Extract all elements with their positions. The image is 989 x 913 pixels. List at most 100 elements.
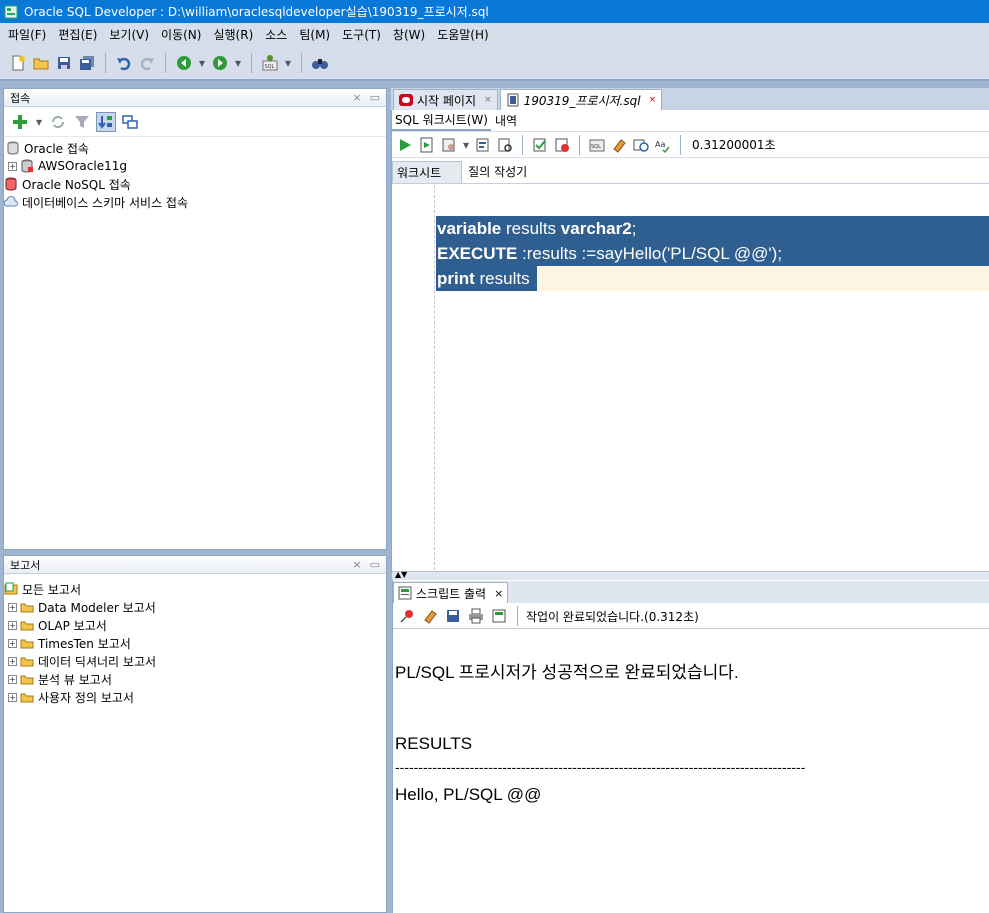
tree-item-nosql-connections[interactable]: Oracle NoSQL 접속 <box>4 175 386 193</box>
splitter-handle[interactable]: ▲▼ <box>392 570 989 580</box>
schema-browser-icon[interactable] <box>96 111 116 132</box>
toolbar-separator <box>522 134 523 155</box>
save-icon[interactable] <box>54 53 74 73</box>
new-file-icon[interactable] <box>8 53 28 73</box>
sql-history-icon[interactable] <box>631 135 651 155</box>
clear-eraser-icon[interactable] <box>609 135 629 155</box>
open-folder-icon[interactable] <box>31 53 51 73</box>
menu-team[interactable]: 팀(M) <box>293 23 336 47</box>
tree-item-schema-service[interactable]: 데이터베이스 스키마 서비스 접속 <box>4 193 386 211</box>
print-icon[interactable] <box>466 606 486 626</box>
save-all-icon[interactable] <box>77 53 97 73</box>
tree-item-data-modeler-reports[interactable]: + Data Modeler 보고서 <box>4 598 386 616</box>
add-connection-dropdown-icon[interactable]: ▾ <box>34 112 44 132</box>
sql-worksheet-dropdown-icon[interactable]: ▾ <box>283 53 293 73</box>
refresh-icon[interactable] <box>48 112 68 132</box>
tab-script-output[interactable]: 스크립트 출력 × <box>393 582 509 603</box>
tab-history[interactable]: 내역 <box>491 112 521 129</box>
add-connection-icon[interactable] <box>10 112 30 132</box>
sql-worksheet-icon[interactable]: SQL <box>260 53 280 73</box>
tab-worksheet[interactable]: 워크시트 <box>392 161 463 183</box>
tab-sql-file[interactable]: 190319_프로시저.sql × <box>499 89 663 110</box>
tab-start-page[interactable]: 시작 페이지 × <box>393 89 498 110</box>
back-icon[interactable] <box>174 53 194 73</box>
reports-panel-header: 보고서 × ▭ <box>4 556 386 574</box>
menu-help[interactable]: 도움말(H) <box>431 23 495 47</box>
binoculars-icon[interactable] <box>310 53 330 73</box>
close-icon[interactable]: × <box>352 91 361 104</box>
toolbar-separator <box>680 134 681 155</box>
spell-check-icon[interactable]: Aa <box>653 135 673 155</box>
menu-bar: 파일(F) 편집(E) 보기(V) 이동(N) 실행(R) 소스 팀(M) 도구… <box>0 23 989 47</box>
redo-icon[interactable] <box>137 53 157 73</box>
reports-panel-title: 보고서 <box>10 558 41 572</box>
output-line-2: RESULTS <box>395 734 473 753</box>
code-text: ; <box>631 219 637 238</box>
expand-icon[interactable]: + <box>8 602 17 612</box>
expand-icon[interactable]: + <box>8 638 17 648</box>
toolbar-separator <box>105 53 106 73</box>
run-script-icon[interactable] <box>417 135 437 155</box>
pin-icon[interactable] <box>397 606 417 626</box>
expand-icon[interactable]: + <box>8 656 17 666</box>
close-icon[interactable]: × <box>352 558 361 571</box>
menu-view[interactable]: 보기(V) <box>103 23 155 47</box>
undo-icon[interactable] <box>114 53 134 73</box>
clear-output-icon[interactable] <box>420 606 440 626</box>
tree-item-awsoracle11g[interactable]: + AWSOracle11g <box>4 157 386 175</box>
folder-icon <box>20 603 34 613</box>
expand-icon[interactable]: + <box>8 620 17 630</box>
menu-navigate[interactable]: 이동(N) <box>155 23 207 47</box>
menu-window[interactable]: 창(W) <box>387 23 431 47</box>
autotrace-icon[interactable] <box>439 135 459 155</box>
forward-dropdown-icon[interactable]: ▾ <box>233 53 243 73</box>
collapse-arrows-icon[interactable]: ▲▼ <box>395 570 407 579</box>
close-tab-icon[interactable]: × <box>494 587 503 600</box>
rollback-icon[interactable] <box>552 135 572 155</box>
tab-query-builder[interactable]: 질의 작성기 <box>462 161 533 183</box>
output-line-4: Hello, PL/SQL @@ <box>395 785 542 804</box>
menu-file[interactable]: 파일(F) <box>2 23 52 47</box>
script-output-icon <box>398 586 412 600</box>
execution-time: 0.31200001초 <box>692 138 776 152</box>
format-sql-icon[interactable]: SQL <box>587 135 607 155</box>
run-dropdown-icon[interactable]: ▾ <box>461 135 471 155</box>
menu-tools[interactable]: 도구(T) <box>336 23 387 47</box>
tab-sql-worksheet[interactable]: SQL 워크시트(W) <box>392 110 491 131</box>
open-output-icon[interactable] <box>489 606 509 626</box>
tree-item-olap-reports[interactable]: + OLAP 보고서 <box>4 616 386 634</box>
code-editor[interactable]: variable results varchar2; EXECUTE :resu… <box>392 185 989 570</box>
tree-item-timesten-reports[interactable]: + TimesTen 보고서 <box>4 634 386 652</box>
commit-icon[interactable] <box>530 135 550 155</box>
minimize-icon[interactable]: ▭ <box>370 558 380 571</box>
menu-source[interactable]: 소스 <box>259 23 293 47</box>
editor-mode-tabs: 워크시트 질의 작성기 <box>392 160 989 184</box>
tree-item-label: Data Modeler 보고서 <box>38 600 156 615</box>
tree-item-all-reports[interactable]: 모든 보고서 <box>4 580 386 598</box>
tab-label: 시작 페이지 <box>417 93 477 108</box>
tree-item-oracle-connections[interactable]: Oracle 접속 <box>4 139 386 157</box>
sql-tuning-icon[interactable] <box>495 135 515 155</box>
tree-item-analytic-view-reports[interactable]: + 분석 뷰 보고서 <box>4 670 386 688</box>
filter-icon[interactable] <box>72 112 92 132</box>
explain-plan-icon[interactable] <box>473 135 493 155</box>
menu-run[interactable]: 실행(R) <box>207 23 259 47</box>
tree-item-user-defined-reports[interactable]: + 사용자 정의 보고서 <box>4 688 386 706</box>
expand-icon[interactable]: + <box>8 674 17 684</box>
close-tab-icon[interactable]: × <box>484 95 492 105</box>
back-dropdown-icon[interactable]: ▾ <box>197 53 207 73</box>
reports-panel: 보고서 × ▭ 모든 보고서 + Data Modeler 보고서 + OLAP 보고… <box>3 555 387 913</box>
output-status: 작업이 완료되었습니다.(0.312초) <box>526 609 699 624</box>
run-statement-icon[interactable] <box>395 135 415 155</box>
expand-icon[interactable]: + <box>8 161 17 171</box>
minimize-icon[interactable]: ▭ <box>370 91 380 104</box>
menu-edit[interactable]: 편집(E) <box>52 23 103 47</box>
close-tab-icon[interactable]: × <box>649 95 657 105</box>
forward-icon[interactable] <box>210 53 230 73</box>
save-output-icon[interactable] <box>443 606 463 626</box>
expand-icon[interactable]: + <box>8 692 17 702</box>
connections-tree: Oracle 접속 + AWSOracle11g Oracle NoSQL 접속… <box>4 137 386 211</box>
manage-connections-icon[interactable] <box>120 112 140 132</box>
tree-item-data-dictionary-reports[interactable]: + 데이터 딕셔너리 보고서 <box>4 652 386 670</box>
connection-icon <box>21 159 33 173</box>
